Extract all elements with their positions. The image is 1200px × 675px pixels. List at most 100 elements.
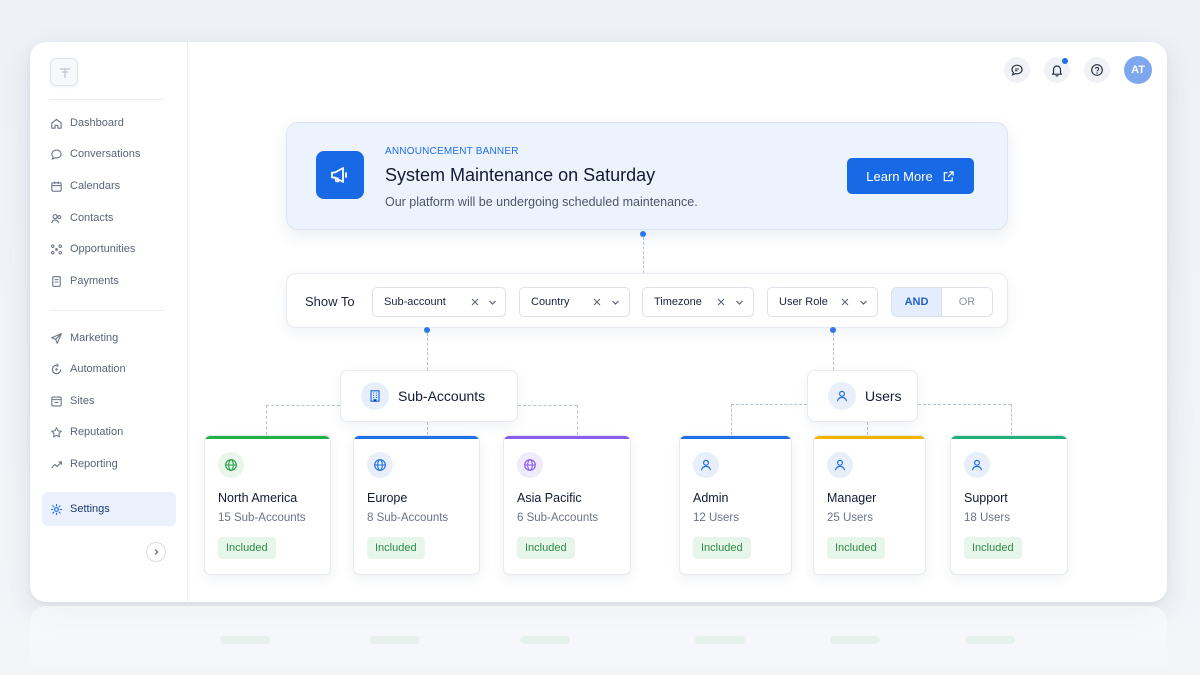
status-badge: Included <box>964 537 1022 559</box>
card-asia-pacific[interactable]: Asia Pacific 6 Sub-Accounts Included <box>503 435 631 575</box>
trend-icon <box>51 460 62 468</box>
card-accent <box>205 436 330 439</box>
learn-more-button[interactable]: Learn More <box>847 158 974 194</box>
reflection-mark <box>220 636 270 644</box>
sidebar-item-reporting[interactable]: Reporting <box>42 449 176 479</box>
help-button[interactable] <box>1084 57 1110 83</box>
reflection-mark <box>695 636 745 644</box>
user-icon <box>827 452 853 478</box>
sidebar-item-label: Automation <box>70 363 126 375</box>
status-badge: Included <box>517 537 575 559</box>
filter-country[interactable]: Country <box>519 287 630 317</box>
notifications-button[interactable] <box>1044 57 1070 83</box>
filter-label: Sub-account <box>384 296 446 308</box>
sidebar-item-label: Contacts <box>70 212 114 224</box>
card-support[interactable]: Support 18 Users Included <box>950 435 1068 575</box>
announcement-banner: ANNOUNCEMENT BANNER System Maintenance o… <box>286 122 1008 230</box>
opportunities-icon <box>51 244 62 254</box>
sidebar-item-label: Sites <box>70 395 95 407</box>
sidebar-item-label: Reputation <box>70 426 124 438</box>
building-icon <box>361 382 389 410</box>
card-manager[interactable]: Manager 25 Users Included <box>813 435 926 575</box>
card-europe[interactable]: Europe 8 Sub-Accounts Included <box>353 435 480 575</box>
star-icon <box>51 426 62 437</box>
or-toggle-button[interactable]: OR <box>942 288 992 316</box>
sidebar-item-settings[interactable]: Settings <box>42 492 176 526</box>
card-title: Admin <box>693 491 729 505</box>
sidebar-item-contacts[interactable]: Contacts <box>42 203 176 233</box>
close-icon[interactable] <box>840 297 850 307</box>
filter-label: User Role <box>779 296 828 308</box>
payments-icon <box>52 275 61 287</box>
home-icon <box>51 118 62 129</box>
sidebar-item-calendars[interactable]: Calendars <box>42 171 176 201</box>
sidebar-item-label: Marketing <box>70 332 119 344</box>
status-badge: Included <box>693 537 751 559</box>
status-badge: Included <box>218 537 276 559</box>
banner-description: Our platform will be undergoing schedule… <box>385 195 698 209</box>
chevron-right-icon <box>154 549 159 555</box>
sidebar-item-automation[interactable]: Automation <box>42 354 176 384</box>
filter-timezone[interactable]: Timezone <box>642 287 754 317</box>
sidebar-item-label: Settings <box>70 503 110 515</box>
sidebar-item-reputation[interactable]: Reputation <box>42 417 176 447</box>
card-north-america[interactable]: North America 15 Sub-Accounts Included <box>204 435 331 575</box>
notification-dot <box>1062 58 1068 64</box>
card-subtitle: 18 Users <box>964 512 1011 524</box>
send-icon <box>51 332 62 344</box>
card-accent <box>951 436 1067 439</box>
chevron-down-icon[interactable] <box>611 298 620 307</box>
external-link-icon <box>943 170 954 181</box>
connector-line <box>731 404 732 435</box>
help-icon <box>1091 64 1103 76</box>
user-icon <box>828 382 856 410</box>
app-window: Dashboard Conversations Calendars Contac… <box>30 42 1167 602</box>
logo-icon <box>60 68 70 78</box>
globe-icon <box>367 452 393 478</box>
and-toggle-button[interactable]: AND <box>892 288 943 316</box>
card-admin[interactable]: Admin 12 Users Included <box>679 435 792 575</box>
connector-line <box>1011 404 1012 435</box>
user-icon <box>964 452 990 478</box>
connector-line <box>577 405 578 435</box>
globe-icon <box>218 452 244 478</box>
messages-button[interactable] <box>1004 57 1030 83</box>
chevron-down-icon[interactable] <box>859 298 868 307</box>
sidebar-item-conversations[interactable]: Conversations <box>42 139 176 169</box>
banner-title: System Maintenance on Saturday <box>385 165 656 185</box>
sites-icon <box>51 395 62 407</box>
sidebar-item-marketing[interactable]: Marketing <box>42 323 176 353</box>
close-icon[interactable] <box>716 297 726 307</box>
show-to-label: Show To <box>305 294 355 309</box>
logo[interactable] <box>50 58 78 86</box>
sidebar-item-opportunities[interactable]: Opportunities <box>42 234 176 264</box>
reflection-mark <box>520 636 570 644</box>
chevron-down-icon[interactable] <box>488 298 497 307</box>
sidebar-item-sites[interactable]: Sites <box>42 386 176 416</box>
sidebar: Dashboard Conversations Calendars Contac… <box>30 42 188 602</box>
sidebar-item-payments[interactable]: Payments <box>42 266 176 296</box>
close-icon[interactable] <box>470 297 480 307</box>
audience-filter-bar: Show To Sub-account Country Timezone Use… <box>286 273 1008 328</box>
sidebar-item-dashboard[interactable]: Dashboard <box>42 108 176 138</box>
close-icon[interactable] <box>592 297 602 307</box>
sidebar-collapse-button[interactable] <box>146 542 166 562</box>
card-title: North America <box>218 491 298 505</box>
chevron-down-icon[interactable] <box>735 298 744 307</box>
gear-icon <box>50 503 63 515</box>
sidebar-divider <box>50 99 164 100</box>
connector-line <box>427 422 428 435</box>
group-title: Users <box>865 388 902 404</box>
connector-line <box>867 422 868 435</box>
filter-sub-account[interactable]: Sub-account <box>372 287 506 317</box>
sidebar-item-label: Calendars <box>70 180 121 192</box>
megaphone-icon <box>316 151 364 199</box>
card-subtitle: 15 Sub-Accounts <box>218 512 306 524</box>
avatar[interactable]: AT <box>1124 56 1152 84</box>
connector-line <box>731 404 807 405</box>
banner-eyebrow: ANNOUNCEMENT BANNER <box>385 146 519 157</box>
card-accent <box>680 436 791 439</box>
filter-user-role[interactable]: User Role <box>767 287 878 317</box>
status-badge: Included <box>827 537 885 559</box>
group-title: Sub-Accounts <box>398 388 486 404</box>
